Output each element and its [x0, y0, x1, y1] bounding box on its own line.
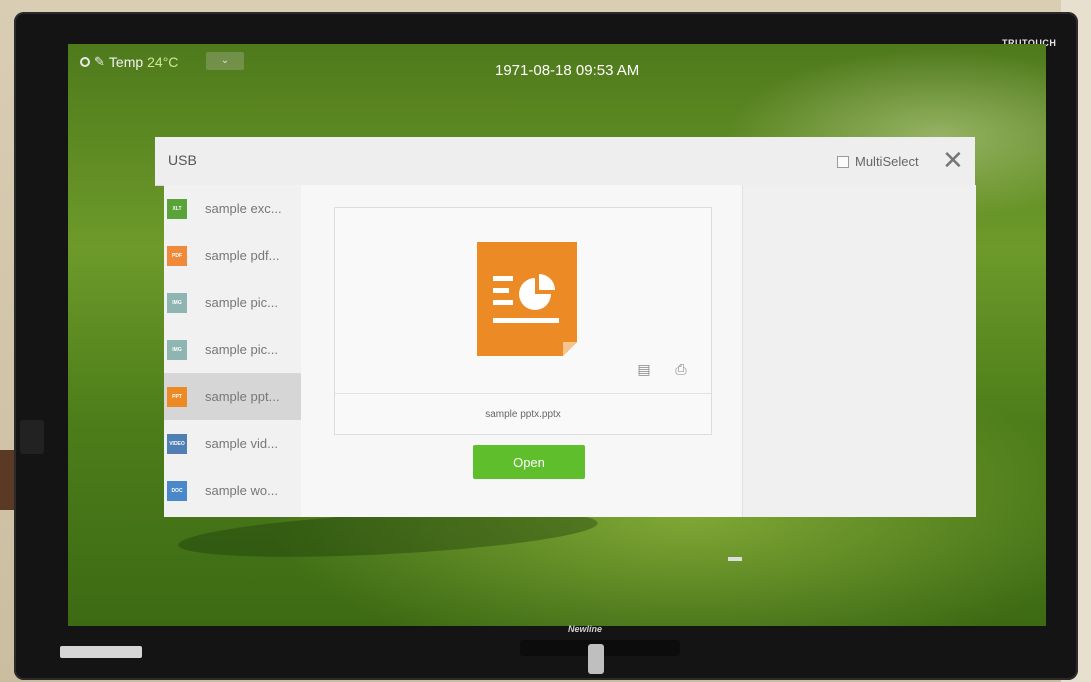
file-name: sample pic... [205, 342, 278, 357]
file-type-icon: IMG [167, 339, 187, 360]
file-name: sample exc... [205, 201, 282, 216]
note-icon[interactable]: ✎ [94, 54, 105, 70]
file-preview-card: ▤ ⎙ sample pptx.pptx [334, 207, 712, 435]
usb-file-dialog: USB MultiSelect ✕ XLT sample exc... PDF sam… [155, 137, 976, 561]
file-type-icon: VIDEO [167, 433, 187, 454]
ppt-file-icon [477, 242, 577, 356]
file-name: sample vid... [205, 436, 278, 451]
file-list-item[interactable]: IMG sample pic... [164, 279, 301, 326]
file-list-item[interactable]: VIDEO sample vid... [164, 420, 301, 467]
preview-pane: ▤ ⎙ sample pptx.pptx Open [301, 185, 976, 561]
dialog-title: USB [168, 152, 197, 168]
close-icon[interactable]: ✕ [942, 147, 964, 173]
file-list-item[interactable]: PPT sample ppt... [164, 373, 301, 420]
preview-file-name: sample pptx.pptx [335, 393, 711, 435]
file-list-item[interactable]: DOC sample wo... [164, 467, 301, 514]
file-type-icon: PDF [167, 245, 187, 266]
multiselect-toggle[interactable]: MultiSelect [837, 154, 919, 169]
file-name: sample pdf... [205, 248, 280, 263]
dialog-header: USB MultiSelect ✕ [155, 137, 975, 186]
clock: 1971-08-18 09:53 AM [495, 62, 640, 79]
file-type-icon: DOC [167, 480, 187, 501]
preview-side-panel [742, 185, 976, 517]
file-list-item[interactable]: IMG sample pic... [164, 326, 301, 373]
temp-label: Temp [108, 54, 144, 70]
file-list-item[interactable]: PDF sample pdf... [164, 232, 301, 279]
file-list-item[interactable]: XLT sample exc... [164, 185, 301, 232]
file-name: sample ppt... [205, 389, 280, 404]
multiselect-checkbox[interactable] [837, 155, 849, 168]
file-name: sample wo... [205, 483, 278, 498]
multiselect-label: MultiSelect [855, 154, 919, 169]
side-port [20, 420, 44, 454]
scroll-handle[interactable] [728, 557, 742, 561]
details-icon[interactable]: ▤ [635, 360, 653, 378]
file-name: sample pic... [205, 295, 278, 310]
file-type-icon: PPT [167, 386, 187, 407]
status-bar: ✎ Temp 24°C [80, 52, 178, 72]
record-icon[interactable] [80, 57, 90, 67]
usb-drive [588, 644, 604, 674]
temp-value: 24°C [147, 54, 179, 70]
brand-logo-bottom: Newline [568, 624, 603, 634]
status-dropdown[interactable]: ⌄ [206, 52, 244, 70]
file-type-icon: IMG [167, 292, 187, 313]
file-type-icon: XLT [167, 198, 187, 219]
print-icon[interactable]: ⎙ [672, 360, 690, 378]
monitor-sticker [60, 646, 142, 658]
file-list: XLT sample exc... PDF sample pdf... IMG sampl… [164, 185, 302, 517]
open-button[interactable]: Open [473, 445, 585, 479]
